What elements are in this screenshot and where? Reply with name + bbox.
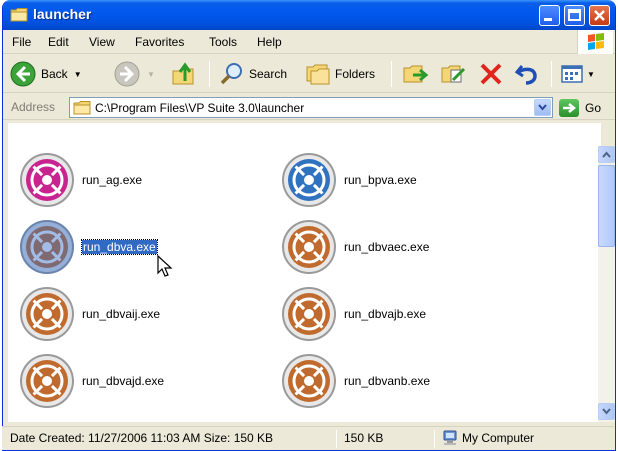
application-icon [20,287,74,341]
file-name: run_ag.exe [82,173,143,187]
application-icon [282,287,336,341]
standard-toolbar: Back ▼ ▼ Search Folders ▼ [3,55,615,93]
application-icon [20,220,74,274]
file-name: run_bpva.exe [344,173,417,187]
status-bar: Date Created: 11/27/2006 11:03 AM Size: … [2,426,614,450]
address-dropdown-button[interactable] [534,99,551,116]
minimize-icon [544,18,552,21]
application-icon [282,354,336,408]
toolbar-separator [391,61,392,87]
address-bar: Address C:\Program Files\VP Suite 3.0\la… [3,94,615,120]
undo-button[interactable] [513,59,541,89]
chevron-up-icon [602,151,611,158]
back-dropdown-icon[interactable]: ▼ [74,70,82,79]
copy-to-button[interactable] [439,59,467,89]
forward-dropdown-icon[interactable]: ▼ [147,70,155,79]
windows-flag-icon [588,33,604,50]
vertical-scrollbar[interactable] [598,146,615,422]
file-name: run_dbvanb.exe [344,374,431,388]
menu-help[interactable]: Help [257,35,282,49]
back-label: Back [41,67,68,81]
views-button[interactable]: ▼ [559,59,595,89]
menu-view[interactable]: View [89,35,115,49]
move-to-button[interactable] [401,59,429,89]
menu-bar: File Edit View Favorites Tools Help [3,30,615,54]
search-label: Search [249,67,288,81]
file-list[interactable]: run_ag.exe run_bpva.exe run_dbva.exe run_db… [8,123,598,422]
file-name: run_dbvaij.exe [82,307,161,321]
go-arrow-icon [559,99,579,117]
status-divider [336,430,337,448]
undo-icon [514,65,537,85]
scroll-down-button[interactable] [598,403,615,420]
window-title: launcher [33,6,92,22]
copy-to-icon [441,65,466,83]
toolbar-separator [551,61,552,87]
toolbar-separator [209,61,210,87]
application-icon [20,153,74,207]
menu-favorites[interactable]: Favorites [135,35,184,49]
move-to-icon [403,65,429,83]
delete-button[interactable] [477,59,505,89]
maximize-icon [568,9,581,21]
folders-icon [306,64,330,85]
scroll-thumb[interactable] [598,165,615,247]
go-button[interactable]: Go [559,98,601,118]
back-button[interactable]: Back ▼ [9,59,82,89]
folder-icon [73,101,91,115]
file-name: run_dbva.exe [81,239,158,255]
status-info: Date Created: 11/27/2006 11:03 AM Size: … [10,431,274,445]
file-item[interactable]: run_dbvaec.exe [280,218,429,276]
file-item[interactable]: run_dbva.exe [18,218,158,276]
file-name: run_dbvajb.exe [344,307,427,321]
file-item[interactable]: run_ag.exe [18,151,142,209]
my-computer-icon [443,430,457,445]
status-divider [434,430,435,448]
file-item[interactable]: run_dbvajb.exe [280,285,426,343]
menu-file[interactable]: File [12,35,31,49]
forward-button[interactable]: ▼ [113,59,155,89]
search-icon [220,63,242,85]
go-label: Go [585,101,602,115]
minimize-button[interactable] [539,5,560,26]
title-bar[interactable]: launcher [3,0,615,30]
file-item[interactable]: run_dbvajd.exe [18,352,164,410]
folder-icon [10,8,28,22]
close-button[interactable] [589,5,610,26]
address-value: C:\Program Files\VP Suite 3.0\launcher [95,101,305,115]
file-name: run_dbvajd.exe [82,374,165,388]
windows-logo [577,30,613,54]
menu-edit[interactable]: Edit [48,35,69,49]
folders-button[interactable]: Folders [305,59,375,89]
menu-tools[interactable]: Tools [209,35,237,49]
close-icon [594,10,605,21]
address-input[interactable]: C:\Program Files\VP Suite 3.0\launcher [69,97,553,118]
file-name: run_dbvaec.exe [344,240,430,254]
address-label: Address [11,100,56,114]
up-button[interactable] [169,59,199,89]
views-icon [561,65,583,83]
application-icon [282,220,336,274]
file-item[interactable]: run_dbvaij.exe [18,285,160,343]
file-item[interactable]: run_dbvanb.exe [280,352,430,410]
chevron-down-icon [538,104,547,111]
delete-icon [480,63,502,85]
search-button[interactable]: Search [219,59,287,89]
chevron-down-icon [602,408,611,415]
application-icon [20,354,74,408]
views-dropdown-icon[interactable]: ▼ [587,70,595,79]
maximize-button[interactable] [564,5,585,26]
forward-arrow-icon [114,61,140,87]
application-icon [282,153,336,207]
scroll-up-button[interactable] [598,146,615,163]
back-arrow-icon [10,61,36,87]
up-folder-icon [172,62,194,85]
file-item[interactable]: run_bpva.exe [280,151,417,209]
status-size: 150 KB [344,431,384,445]
mouse-cursor-icon [157,255,173,277]
status-location: My Computer [462,431,535,445]
folders-label: Folders [335,67,376,81]
